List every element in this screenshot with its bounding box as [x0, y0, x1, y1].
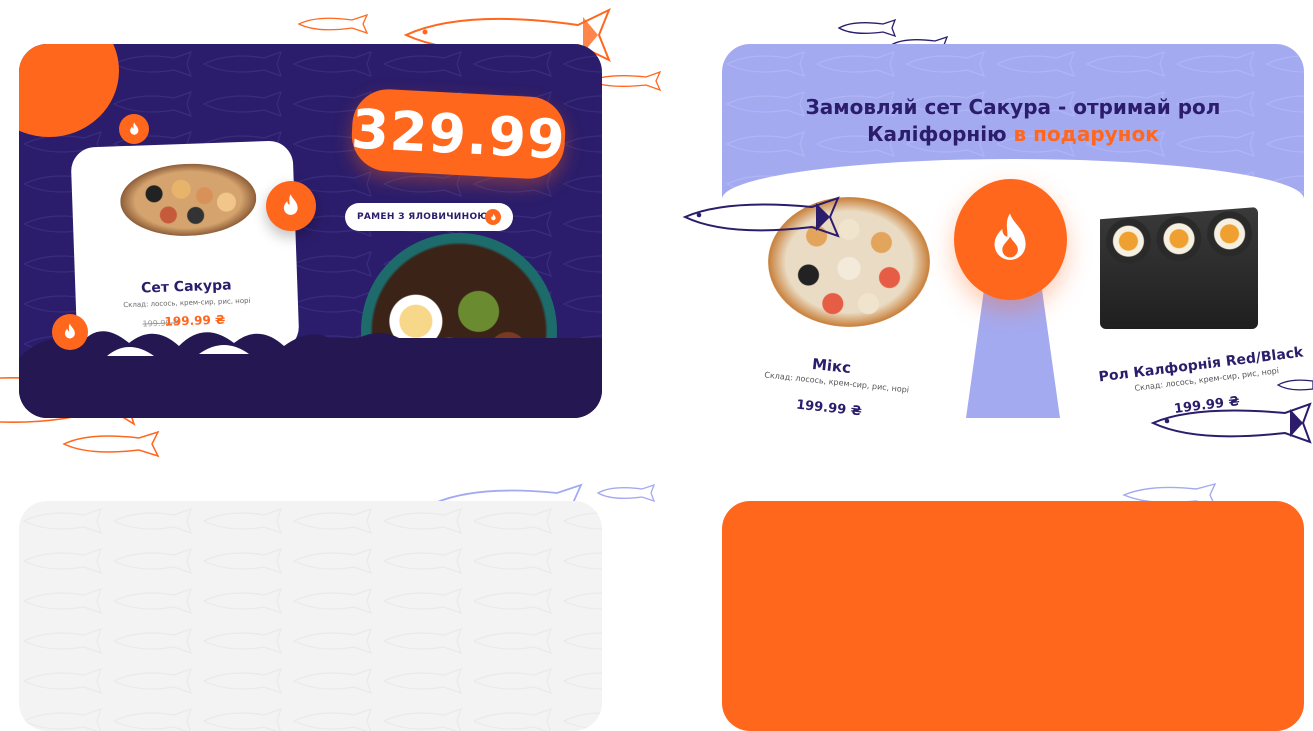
fish-icon: [682, 196, 840, 238]
fish-icon: [297, 14, 369, 34]
california-roll-image: [1100, 207, 1258, 329]
fire-icon: [485, 209, 501, 225]
ramen-label: РАМЕН З ЯЛОВИЧИНОЮ: [357, 212, 489, 222]
fire-icon[interactable]: [266, 181, 316, 231]
promo-banner-placeholder-orange[interactable]: [722, 501, 1304, 731]
sushi-set-image: [119, 161, 258, 239]
price-tag: 329.99: [349, 87, 568, 181]
price-value: 329.99: [349, 96, 568, 172]
banner-title: Замовляй сет Сакура - отримай рол Каліфо…: [722, 94, 1304, 148]
promo-banner-placeholder-light[interactable]: [19, 501, 602, 731]
title-line-1: Замовляй сет Сакура - отримай рол: [805, 95, 1221, 119]
title-line-2: Каліфорнію в подарунок: [722, 121, 1304, 148]
fish-icon: [1150, 402, 1312, 444]
wave-decoration: [19, 331, 602, 418]
promo-banner-ramen[interactable]: Сет Сакура Склад: лосось, крем-сир, рис,…: [19, 44, 602, 418]
fire-icon: [119, 114, 149, 144]
title-line-2-plain: Каліфорнію: [867, 122, 1014, 146]
fire-icon: [52, 314, 88, 350]
fish-icon: [62, 430, 160, 458]
fish-pattern: [19, 501, 602, 731]
fish-icon: [596, 484, 656, 502]
ramen-label-pill[interactable]: РАМЕН З ЯЛОВИЧИНОЮ: [345, 203, 513, 231]
title-line-2-accent: в подарунок: [1013, 122, 1159, 146]
fire-icon: [954, 179, 1067, 300]
fish-icon: [1276, 379, 1313, 391]
fish-icon: [837, 19, 897, 37]
